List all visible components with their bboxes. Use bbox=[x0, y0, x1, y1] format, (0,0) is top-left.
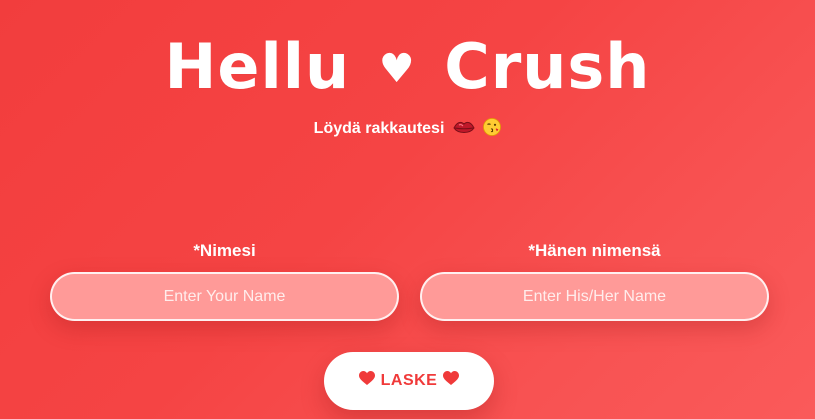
their-name-input[interactable] bbox=[420, 272, 769, 321]
calculate-button-label: LASKE bbox=[380, 372, 438, 389]
app-title: Hellu ♥ Crush bbox=[0, 28, 815, 108]
subtitle: Löydä rakkautesi bbox=[0, 117, 815, 144]
subtitle-text: Löydä rakkautesi bbox=[313, 120, 445, 137]
their-name-label: *Hänen nimensä bbox=[528, 241, 661, 260]
title-heart-icon: ♥ bbox=[378, 46, 416, 92]
calculate-button[interactable]: LASKE bbox=[324, 352, 494, 410]
heart-icon bbox=[443, 371, 460, 391]
heart-icon bbox=[358, 371, 375, 391]
app-title-right: Crush bbox=[444, 30, 651, 103]
app-title-left: Hellu bbox=[164, 30, 351, 103]
their-name-field-group: *Hänen nimensä bbox=[420, 240, 769, 321]
your-name-input[interactable] bbox=[50, 272, 399, 321]
your-name-label: *Nimesi bbox=[193, 241, 256, 260]
lips-icon bbox=[453, 120, 475, 144]
winking-kiss-face-icon bbox=[483, 118, 502, 144]
your-name-field-group: *Nimesi bbox=[50, 240, 399, 321]
